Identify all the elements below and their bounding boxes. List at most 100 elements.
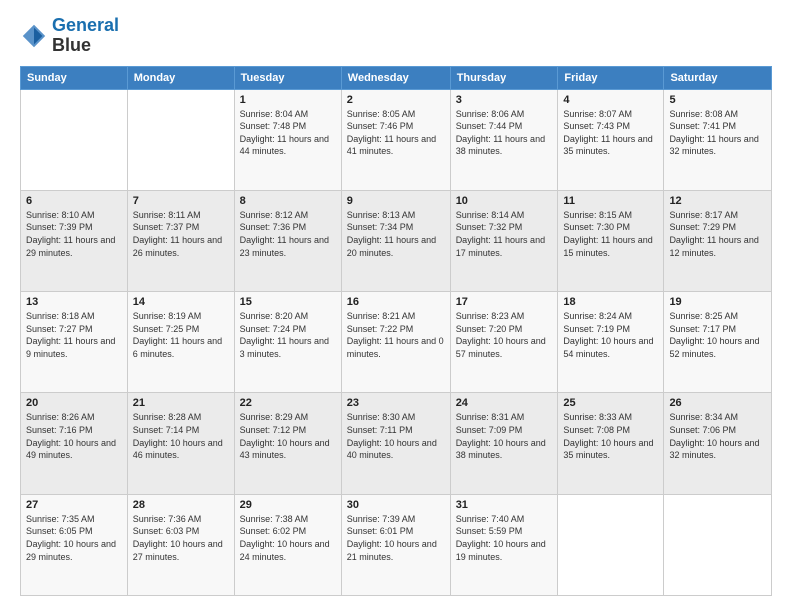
day-number: 9	[347, 195, 445, 207]
day-info: Sunrise: 8:04 AM Sunset: 7:48 PM Dayligh…	[240, 108, 336, 158]
day-info: Sunrise: 7:38 AM Sunset: 6:02 PM Dayligh…	[240, 513, 336, 563]
day-number: 4	[563, 94, 658, 106]
calendar-cell: 1 Sunrise: 8:04 AM Sunset: 7:48 PM Daylig…	[234, 89, 341, 190]
weekday-header-thursday: Thursday	[450, 66, 558, 89]
calendar-cell: 29 Sunrise: 7:38 AM Sunset: 6:02 PM Dayli…	[234, 494, 341, 595]
day-number: 18	[563, 296, 658, 308]
day-info: Sunrise: 8:29 AM Sunset: 7:12 PM Dayligh…	[240, 411, 336, 461]
header: General Blue	[20, 16, 772, 56]
calendar-cell: 13 Sunrise: 8:18 AM Sunset: 7:27 PM Dayli…	[21, 292, 128, 393]
day-number: 28	[133, 499, 229, 511]
calendar-cell: 23 Sunrise: 8:30 AM Sunset: 7:11 PM Dayli…	[341, 393, 450, 494]
day-info: Sunrise: 8:20 AM Sunset: 7:24 PM Dayligh…	[240, 310, 336, 360]
calendar-cell: 20 Sunrise: 8:26 AM Sunset: 7:16 PM Dayli…	[21, 393, 128, 494]
day-info: Sunrise: 7:36 AM Sunset: 6:03 PM Dayligh…	[133, 513, 229, 563]
day-number: 14	[133, 296, 229, 308]
calendar-cell: 25 Sunrise: 8:33 AM Sunset: 7:08 PM Dayli…	[558, 393, 664, 494]
day-info: Sunrise: 8:24 AM Sunset: 7:19 PM Dayligh…	[563, 310, 658, 360]
day-number: 20	[26, 397, 122, 409]
calendar-cell: 12 Sunrise: 8:17 AM Sunset: 7:29 PM Dayli…	[664, 190, 772, 291]
day-number: 8	[240, 195, 336, 207]
logo-icon	[20, 22, 48, 50]
weekday-header-sunday: Sunday	[21, 66, 128, 89]
day-number: 31	[456, 499, 553, 511]
calendar-cell	[21, 89, 128, 190]
day-info: Sunrise: 8:30 AM Sunset: 7:11 PM Dayligh…	[347, 411, 445, 461]
logo: General Blue	[20, 16, 119, 56]
calendar-cell	[127, 89, 234, 190]
calendar-cell: 16 Sunrise: 8:21 AM Sunset: 7:22 PM Dayli…	[341, 292, 450, 393]
calendar-cell: 14 Sunrise: 8:19 AM Sunset: 7:25 PM Dayli…	[127, 292, 234, 393]
day-number: 6	[26, 195, 122, 207]
calendar-cell: 26 Sunrise: 8:34 AM Sunset: 7:06 PM Dayli…	[664, 393, 772, 494]
calendar-cell: 27 Sunrise: 7:35 AM Sunset: 6:05 PM Dayli…	[21, 494, 128, 595]
day-number: 15	[240, 296, 336, 308]
day-info: Sunrise: 8:28 AM Sunset: 7:14 PM Dayligh…	[133, 411, 229, 461]
calendar-cell: 6 Sunrise: 8:10 AM Sunset: 7:39 PM Daylig…	[21, 190, 128, 291]
day-number: 16	[347, 296, 445, 308]
day-info: Sunrise: 8:06 AM Sunset: 7:44 PM Dayligh…	[456, 108, 553, 158]
day-number: 11	[563, 195, 658, 207]
day-number: 25	[563, 397, 658, 409]
day-number: 26	[669, 397, 766, 409]
day-number: 27	[26, 499, 122, 511]
day-info: Sunrise: 8:13 AM Sunset: 7:34 PM Dayligh…	[347, 209, 445, 259]
calendar-cell: 18 Sunrise: 8:24 AM Sunset: 7:19 PM Dayli…	[558, 292, 664, 393]
calendar-cell: 21 Sunrise: 8:28 AM Sunset: 7:14 PM Dayli…	[127, 393, 234, 494]
day-number: 7	[133, 195, 229, 207]
calendar-cell: 2 Sunrise: 8:05 AM Sunset: 7:46 PM Daylig…	[341, 89, 450, 190]
day-number: 2	[347, 94, 445, 106]
day-number: 12	[669, 195, 766, 207]
day-number: 1	[240, 94, 336, 106]
calendar-cell: 9 Sunrise: 8:13 AM Sunset: 7:34 PM Daylig…	[341, 190, 450, 291]
calendar-cell: 30Sunrise: 7:39 AM Sunset: 6:01 PM Dayli…	[341, 494, 450, 595]
day-number: 22	[240, 397, 336, 409]
page: General Blue SundayMondayTuesdayWednesda…	[0, 0, 792, 612]
calendar-cell: 10 Sunrise: 8:14 AM Sunset: 7:32 PM Dayli…	[450, 190, 558, 291]
weekday-header-wednesday: Wednesday	[341, 66, 450, 89]
day-info: Sunrise: 8:21 AM Sunset: 7:22 PM Dayligh…	[347, 310, 445, 360]
day-number: 10	[456, 195, 553, 207]
day-info: Sunrise: 8:10 AM Sunset: 7:39 PM Dayligh…	[26, 209, 122, 259]
day-info: Sunrise: 8:18 AM Sunset: 7:27 PM Dayligh…	[26, 310, 122, 360]
calendar-cell: 3 Sunrise: 8:06 AM Sunset: 7:44 PM Daylig…	[450, 89, 558, 190]
day-info: Sunrise: 8:05 AM Sunset: 7:46 PM Dayligh…	[347, 108, 445, 158]
calendar-cell: 11Sunrise: 8:15 AM Sunset: 7:30 PM Dayli…	[558, 190, 664, 291]
day-number: 23	[347, 397, 445, 409]
day-info: Sunrise: 8:33 AM Sunset: 7:08 PM Dayligh…	[563, 411, 658, 461]
logo-text: General Blue	[52, 16, 119, 56]
day-info: Sunrise: 8:23 AM Sunset: 7:20 PM Dayligh…	[456, 310, 553, 360]
day-number: 3	[456, 94, 553, 106]
day-info: Sunrise: 7:35 AM Sunset: 6:05 PM Dayligh…	[26, 513, 122, 563]
day-info: Sunrise: 8:11 AM Sunset: 7:37 PM Dayligh…	[133, 209, 229, 259]
calendar-cell	[664, 494, 772, 595]
calendar-cell: 15 Sunrise: 8:20 AM Sunset: 7:24 PM Dayli…	[234, 292, 341, 393]
calendar-cell: 4 Sunrise: 8:07 AM Sunset: 7:43 PM Daylig…	[558, 89, 664, 190]
calendar-cell: 28 Sunrise: 7:36 AM Sunset: 6:03 PM Dayli…	[127, 494, 234, 595]
calendar-cell	[558, 494, 664, 595]
calendar-cell: 31 Sunrise: 7:40 AM Sunset: 5:59 PM Dayli…	[450, 494, 558, 595]
day-info: Sunrise: 7:40 AM Sunset: 5:59 PM Dayligh…	[456, 513, 553, 563]
day-info: Sunrise: 8:34 AM Sunset: 7:06 PM Dayligh…	[669, 411, 766, 461]
day-info: Sunrise: 8:14 AM Sunset: 7:32 PM Dayligh…	[456, 209, 553, 259]
day-number: 5	[669, 94, 766, 106]
calendar-cell: 19 Sunrise: 8:25 AM Sunset: 7:17 PM Dayli…	[664, 292, 772, 393]
calendar-cell: 22 Sunrise: 8:29 AM Sunset: 7:12 PM Dayli…	[234, 393, 341, 494]
day-info: Sunrise: 8:26 AM Sunset: 7:16 PM Dayligh…	[26, 411, 122, 461]
weekday-header-saturday: Saturday	[664, 66, 772, 89]
calendar-cell: 24Sunrise: 8:31 AM Sunset: 7:09 PM Dayli…	[450, 393, 558, 494]
day-info: Sunrise: 8:17 AM Sunset: 7:29 PM Dayligh…	[669, 209, 766, 259]
weekday-header-friday: Friday	[558, 66, 664, 89]
day-info: Sunrise: 8:07 AM Sunset: 7:43 PM Dayligh…	[563, 108, 658, 158]
calendar-cell: 17Sunrise: 8:23 AM Sunset: 7:20 PM Dayli…	[450, 292, 558, 393]
day-info: Sunrise: 8:25 AM Sunset: 7:17 PM Dayligh…	[669, 310, 766, 360]
day-number: 13	[26, 296, 122, 308]
day-number: 24	[456, 397, 553, 409]
day-number: 29	[240, 499, 336, 511]
day-number: 19	[669, 296, 766, 308]
weekday-header-tuesday: Tuesday	[234, 66, 341, 89]
weekday-header-monday: Monday	[127, 66, 234, 89]
calendar-cell: 7 Sunrise: 8:11 AM Sunset: 7:37 PM Daylig…	[127, 190, 234, 291]
day-info: Sunrise: 8:19 AM Sunset: 7:25 PM Dayligh…	[133, 310, 229, 360]
day-number: 21	[133, 397, 229, 409]
